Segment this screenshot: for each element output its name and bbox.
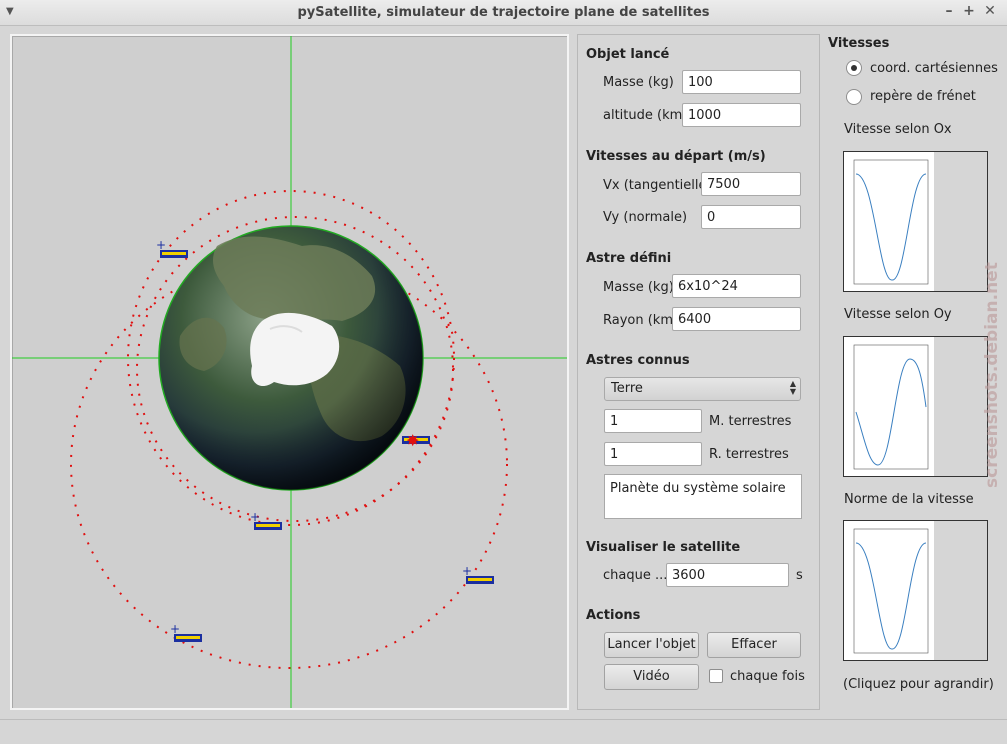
actions-title: Actions (586, 608, 641, 623)
cartesian-label: coord. cartésiennes (870, 61, 998, 76)
astre-masse-input[interactable]: 6x10^24 (672, 274, 801, 298)
svg-text:✸: ✸ (406, 431, 419, 450)
plot-vx[interactable] (843, 151, 988, 292)
astre-select-value: Terre (611, 381, 643, 396)
effacer-button[interactable]: Effacer (707, 632, 801, 658)
plot-vy-curve (853, 344, 929, 470)
objet-altitude-input[interactable]: 1000 (682, 103, 801, 127)
plot-norme[interactable] (843, 520, 988, 661)
earth-globe (158, 225, 424, 491)
vx-input[interactable]: 7500 (701, 172, 801, 196)
orbit-drawing: + + + + ✸ (12, 36, 567, 708)
velocities-panel: Vitesses coord. cartésiennes repère de f… (826, 34, 1007, 710)
watermark-text: screenshots.debian.net (982, 262, 1002, 488)
visualiser-interval-input[interactable]: 3600 (666, 563, 789, 587)
svg-text:+: + (170, 622, 180, 636)
vy-input[interactable]: 0 (701, 205, 801, 229)
lancer-button[interactable]: Lancer l'objet (604, 632, 699, 658)
plot-vy[interactable] (843, 336, 988, 477)
title-bar: ▼ pySatellite, simulateur de trajectoire… (0, 0, 1007, 26)
plot-norme-label: Norme de la vitesse (844, 492, 974, 507)
status-bar (0, 719, 1007, 744)
r-terrestres-input[interactable]: 1 (604, 442, 702, 466)
window-title: pySatellite, simulateur de trajectoire p… (297, 5, 710, 20)
svg-text:+: + (250, 510, 260, 524)
parameters-panel: Objet lancé Masse (kg) 100 altitude (km)… (577, 34, 820, 710)
chaque-fois-label: chaque fois (730, 669, 805, 684)
plot-vx-curve (853, 159, 929, 285)
objet-masse-label: Masse (kg) (603, 75, 674, 90)
chaque-fois-checkbox[interactable] (709, 669, 723, 683)
objet-section-title: Objet lancé (586, 47, 670, 62)
simulation-canvas[interactable]: + + + + ✸ (10, 34, 569, 710)
astre-rayon-input[interactable]: 6400 (672, 307, 801, 331)
video-button[interactable]: Vidéo (604, 664, 699, 690)
vitesses-depart-title: Vitesses au départ (m/s) (586, 149, 766, 164)
satellite-marker: + (462, 564, 494, 584)
astre-rayon-label: Rayon (km) (603, 313, 679, 328)
astre-description[interactable]: Planète du système solaire (604, 474, 802, 519)
plot-vx-label: Vitesse selon Ox (844, 122, 952, 137)
vx-label: Vx (tangentielle) (603, 178, 712, 193)
astre-section-title: Astre défini (586, 251, 672, 266)
spinner-icon: ▲ ▼ (789, 379, 796, 396)
plot-norme-curve (853, 528, 929, 654)
astre-masse-label: Masse (kg) (603, 280, 674, 295)
r-terrestres-label: R. terrestres (709, 447, 789, 462)
satellite-launch-point: ✸ (402, 431, 430, 450)
satellite-marker: + (156, 238, 188, 258)
enlarge-hint: (Cliquez pour agrandir) (843, 677, 994, 692)
cartesian-radio[interactable] (846, 60, 862, 76)
m-terrestres-input[interactable]: 1 (604, 409, 702, 433)
satellite-marker: + (170, 622, 202, 642)
astre-select[interactable]: Terre ▲ ▼ (604, 377, 801, 401)
vitesses-title: Vitesses (828, 36, 890, 51)
objet-altitude-label: altitude (km) (603, 108, 688, 123)
maximize-button[interactable]: + (961, 3, 977, 19)
frenet-label: repère de frénet (870, 89, 976, 104)
frenet-radio[interactable] (846, 89, 862, 105)
svg-text:+: + (462, 564, 472, 578)
vy-label: Vy (normale) (603, 210, 688, 225)
m-terrestres-label: M. terrestres (709, 414, 792, 429)
close-button[interactable]: ✕ (982, 3, 998, 19)
minimize-button[interactable]: – (941, 3, 957, 19)
objet-masse-input[interactable]: 100 (682, 70, 801, 94)
visualiser-unit: s (796, 568, 803, 583)
svg-text:+: + (156, 238, 166, 252)
astres-connus-title: Astres connus (586, 353, 690, 368)
visualiser-title: Visualiser le satellite (586, 540, 741, 555)
visualiser-label: chaque ... (603, 568, 668, 583)
plot-vy-label: Vitesse selon Oy (844, 307, 952, 322)
